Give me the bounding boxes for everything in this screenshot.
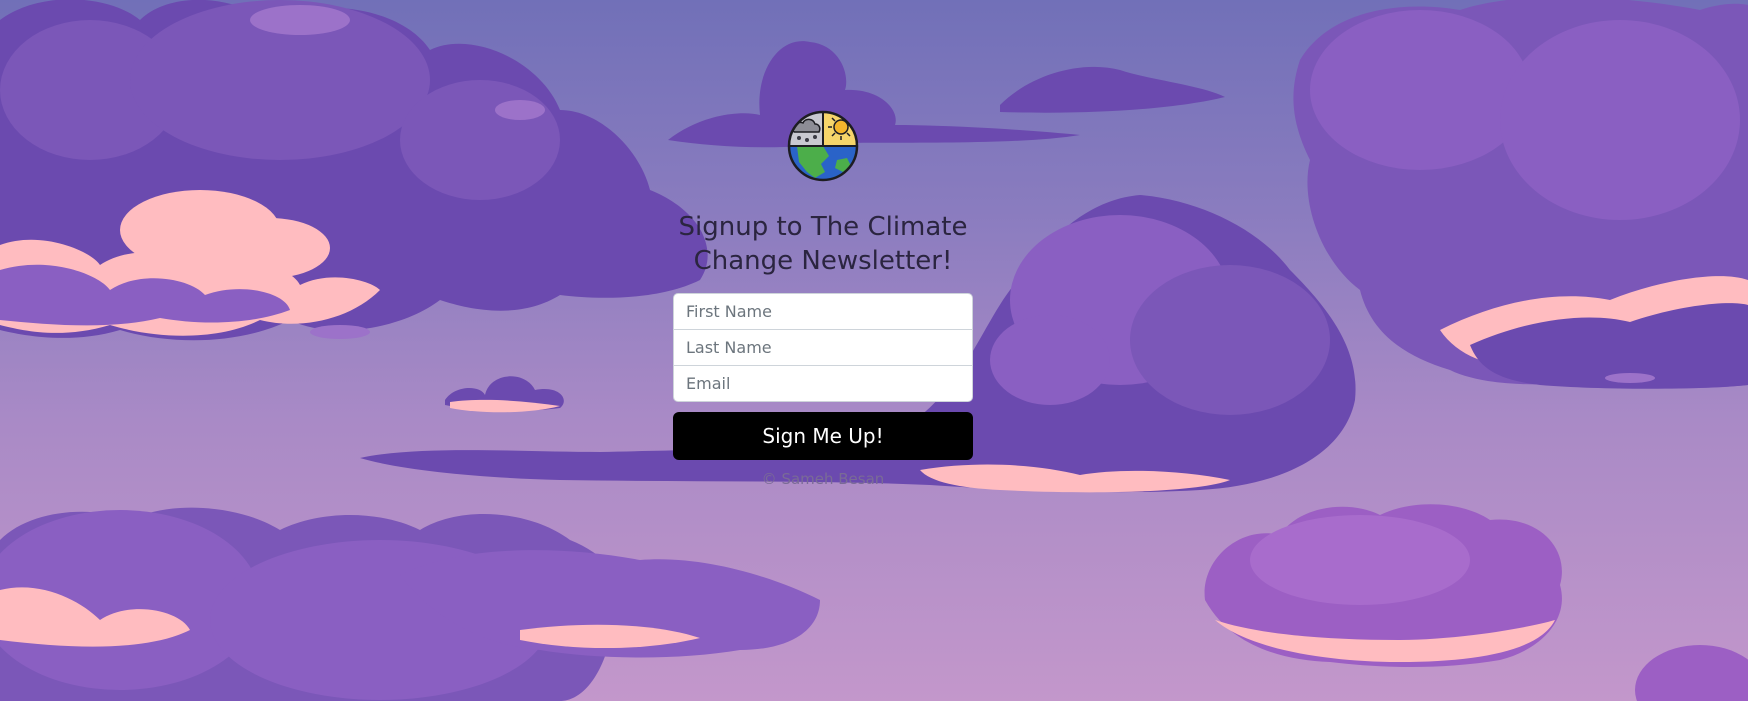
cloud-small-left bbox=[445, 376, 564, 413]
page-background: Signup to The Climate Change Newsletter!… bbox=[0, 0, 1748, 701]
cloud-top-right bbox=[1293, 0, 1748, 389]
copyright-text: © Sameh Besan bbox=[761, 470, 885, 488]
signup-form-container: Signup to The Climate Change Newsletter!… bbox=[673, 108, 973, 488]
page-title: Signup to The Climate Change Newsletter! bbox=[678, 212, 968, 276]
climate-globe-icon bbox=[787, 110, 859, 182]
input-group bbox=[673, 293, 973, 402]
sign-up-button[interactable]: Sign Me Up! bbox=[673, 412, 973, 460]
email-input[interactable] bbox=[673, 365, 973, 402]
first-name-input[interactable] bbox=[673, 293, 973, 330]
cloud-bottom-right bbox=[1204, 504, 1748, 701]
cloud-bottom-left bbox=[0, 507, 820, 701]
last-name-input[interactable] bbox=[673, 329, 973, 366]
cloud-top-left bbox=[0, 0, 708, 341]
